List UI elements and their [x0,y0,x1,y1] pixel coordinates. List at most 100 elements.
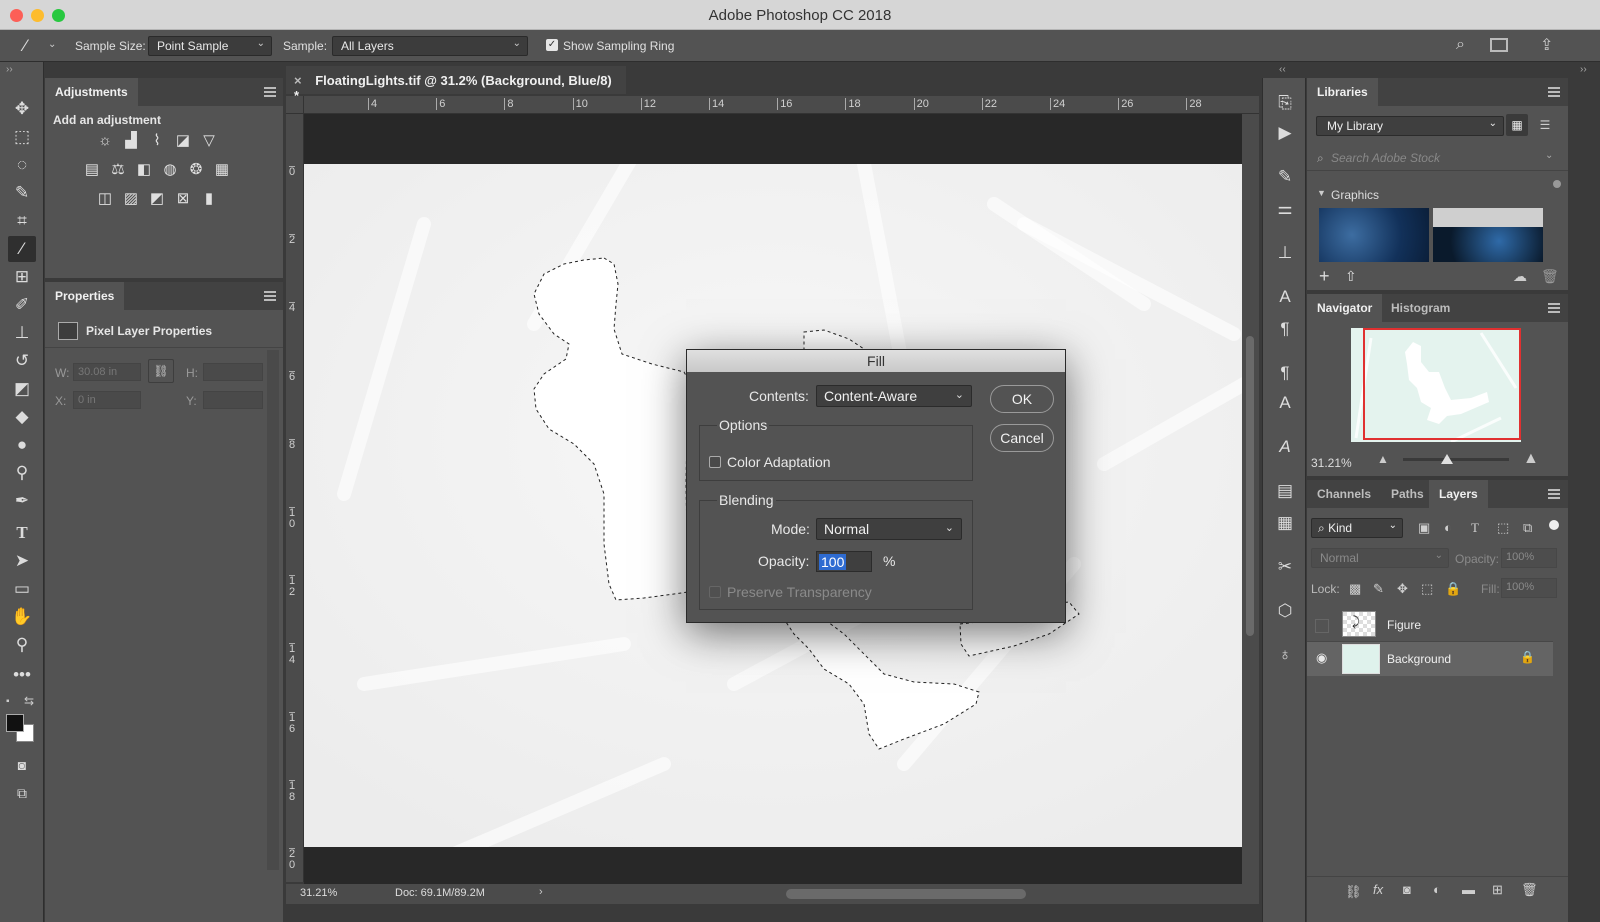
selective-color-icon[interactable]: ⊠ [173,190,193,208]
zoom-slider-track[interactable] [1403,458,1509,461]
vibrance-icon[interactable]: ▽ [199,132,219,150]
curves-icon[interactable]: ⌇ [147,132,167,150]
adjustment-filter-icon[interactable]: ◐ [1444,520,1452,535]
layer-name[interactable]: Background [1387,652,1451,666]
grid-view-icon[interactable]: ▦ [1506,114,1528,136]
height-field[interactable] [203,363,263,381]
brightness-contrast-icon[interactable]: ☼ [95,132,115,150]
brush-settings-icon[interactable]: ✎ [1273,166,1297,188]
panel-menu-icon[interactable] [1548,87,1560,97]
adjustment-layer-icon[interactable]: ◐ [1433,882,1441,897]
filter-toggle[interactable] [1549,520,1559,530]
lock-position-icon[interactable]: ✥ [1397,581,1408,597]
gradient-map-icon[interactable]: ▮ [199,190,219,208]
layers-tab[interactable]: Layers [1429,480,1488,508]
color-balance-icon[interactable]: ⚖ [108,161,128,179]
posterize-icon[interactable]: ▨ [121,190,141,208]
lock-artboard-icon[interactable]: ⬚ [1421,581,1433,597]
healing-brush-tool-icon[interactable]: ⊞ [8,264,36,290]
list-view-icon[interactable]: ☰ [1534,114,1556,136]
sample-select[interactable]: All Layers ⌄ [332,36,528,56]
properties-tab[interactable]: Properties [45,282,125,310]
layer-opacity-field[interactable]: 100% [1501,548,1557,568]
layer-filter-select[interactable]: ⌕ Kind ⌄ [1311,518,1403,538]
link-icon[interactable]: ⛓ [148,359,174,383]
navigator-thumbnail[interactable] [1351,328,1521,442]
section-expand-icon[interactable]: ▼ [1317,188,1326,198]
histogram-tab[interactable]: Histogram [1381,294,1460,322]
navigator-tab[interactable]: Navigator [1307,294,1383,322]
zoom-in-icon[interactable]: ▲ [1523,450,1539,468]
glyphs-panel-icon[interactable]: A [1273,436,1297,458]
smart-object-filter-icon[interactable]: ⧉ [1523,520,1532,536]
cancel-button[interactable]: Cancel [990,424,1054,452]
zoom-out-icon[interactable]: ▲ [1377,452,1389,466]
paragraph-styles-icon[interactable]: ¶ [1273,362,1297,384]
scrollbar-thumb[interactable] [1246,336,1254,636]
foreground-color-swatch[interactable] [6,714,24,732]
y-field[interactable] [203,391,263,409]
threshold-icon[interactable]: ◩ [147,190,167,208]
layer-row[interactable]: ⤸ Figure [1307,608,1553,642]
lock-all-icon[interactable]: 🔒 [1445,581,1461,597]
photo-filter-icon[interactable]: ◍ [160,161,180,179]
paint-bucket-tool-icon[interactable]: ◆ [8,404,36,430]
paths-tab[interactable]: Paths [1381,480,1434,508]
default-colors-icon[interactable]: ▪ [6,696,10,707]
swap-colors-icon[interactable]: ⇆ [24,694,34,708]
properties-light-icon[interactable]: ♁ [1273,644,1297,666]
document-tab[interactable]: × FloatingLights.tif @ 31.2% (Background… [286,66,626,103]
screen-mode-icon[interactable]: ⧉ [8,780,36,806]
type-tool-icon[interactable]: T [8,520,36,546]
libraries-tab[interactable]: Libraries [1307,78,1378,106]
brushes-panel-icon[interactable]: ⚌ [1273,198,1297,220]
rectangle-tool-icon[interactable]: ▭ [8,576,36,602]
lock-image-icon[interactable]: ✎ [1373,581,1384,597]
lasso-tool-icon[interactable]: ◌ [8,152,36,178]
layer-comps-icon[interactable]: ▦ [1273,512,1297,534]
layer-style-icon[interactable]: fx [1373,882,1383,897]
adobe-stock-search[interactable]: Search Adobe Stock [1331,151,1440,165]
search-icon[interactable]: ⌕ [1456,36,1465,54]
dodge-tool-icon[interactable]: ⚲ [8,460,36,486]
expand-panel-icon[interactable]: ›› [6,64,13,75]
add-mask-icon[interactable]: ◙ [1403,882,1411,897]
vertical-scrollbar[interactable] [1242,114,1259,884]
shape-filter-icon[interactable]: ⬚ [1497,520,1509,536]
horizontal-scrollbar-thumb[interactable] [786,889,1026,899]
collapse-panels-icon[interactable]: ‹‹ [1279,64,1286,75]
lock-icon[interactable]: 🔒 [1520,650,1535,664]
pixel-filter-icon[interactable]: ▣ [1418,520,1430,536]
eyedropper-tool-icon[interactable]: ⁄ [8,236,36,262]
width-field[interactable]: 30.08 in [73,363,141,381]
layer-row-selected[interactable]: ◉ Background 🔒 [1307,642,1553,676]
share-icon[interactable]: ⇪ [1540,35,1553,55]
type-filter-icon[interactable]: T [1471,520,1479,536]
quick-mask-icon[interactable]: ◙ [8,752,36,778]
history-panel-icon[interactable]: ⎘ [1273,92,1297,114]
contents-select[interactable]: Content-Aware ⌄ [816,385,972,407]
lock-transparent-icon[interactable]: ▩ [1349,581,1361,597]
new-group-icon[interactable]: ▬ [1462,882,1475,897]
navigator-view-box[interactable] [1363,328,1521,440]
show-sampling-ring-checkbox[interactable]: ✓ [546,39,558,51]
close-document-icon[interactable]: × [294,73,302,88]
chevron-down-icon[interactable]: ⌄ [48,39,56,50]
upload-icon[interactable]: ⇧ [1345,268,1357,285]
zoom-tool-icon[interactable]: ⚲ [8,632,36,658]
eye-icon[interactable]: ◉ [1316,650,1327,666]
channels-tab[interactable]: Channels [1307,480,1381,508]
eraser-tool-icon[interactable]: ◩ [8,376,36,402]
library-select[interactable]: My Library ⌄ [1316,116,1504,136]
notes-panel-icon[interactable]: ▤ [1273,480,1297,502]
opacity-field[interactable]: 100 [816,551,872,572]
marquee-tool-icon[interactable]: ⬚ [8,124,36,150]
sample-size-select[interactable]: Point Sample ⌄ [148,36,272,56]
delete-layer-icon[interactable]: 🗑 [1521,882,1538,898]
invert-icon[interactable]: ◫ [95,190,115,208]
ruler-origin[interactable] [286,96,304,114]
adjustments-tab[interactable]: Adjustments [45,78,138,106]
panel-menu-icon[interactable] [264,87,276,97]
brush-tool-icon[interactable]: ✐ [8,292,36,318]
new-layer-icon[interactable]: ⊞ [1492,882,1503,898]
